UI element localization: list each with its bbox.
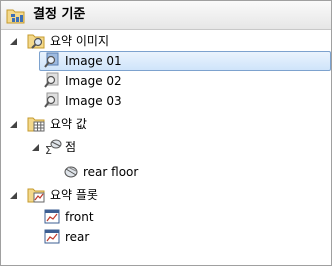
tree-node-point[interactable]: Σ 점 xyxy=(1,138,331,156)
panel-title: 결정 기준 xyxy=(33,7,86,22)
folder-plot-icon xyxy=(27,188,45,203)
decision-tree-icon xyxy=(6,9,25,24)
folder-image-icon xyxy=(27,34,45,49)
tree-node-summary-images[interactable]: 요약 이미지 xyxy=(1,32,331,50)
collapse-arrow-icon[interactable] xyxy=(31,143,40,152)
magnifier-image-icon xyxy=(44,72,59,88)
panel-header: 결정 기준 xyxy=(1,1,331,30)
magnifier-image-icon xyxy=(44,92,59,108)
tree-node-label: 점 xyxy=(65,140,77,154)
probe-icon xyxy=(64,166,78,178)
tree-item-label: Image 03 xyxy=(65,94,122,108)
tree-item-image-01[interactable]: Image 01 xyxy=(1,52,331,70)
tree-node-label: 요약 플롯 xyxy=(50,188,98,202)
tree-item-label: Image 01 xyxy=(65,54,122,68)
tree-item-image-03[interactable]: Image 03 xyxy=(1,92,331,110)
collapse-arrow-icon[interactable] xyxy=(9,120,18,129)
tree-node-label: 요약 이미지 xyxy=(50,34,110,48)
tree-item-front[interactable]: front xyxy=(1,208,331,226)
tree-node-summary-plots[interactable]: 요약 플롯 xyxy=(1,186,331,204)
folder-table-icon xyxy=(27,117,45,132)
tree-item-label: front xyxy=(65,210,94,224)
collapse-arrow-icon[interactable] xyxy=(9,37,18,46)
tree-item-image-02[interactable]: Image 02 xyxy=(1,72,331,90)
sigma-probe-icon: Σ xyxy=(45,139,62,156)
tree-item-rear[interactable]: rear xyxy=(1,228,331,246)
tree-item-label: rear xyxy=(65,230,90,244)
tree-node-label: 요약 값 xyxy=(50,117,87,131)
tree-item-rear-floor[interactable]: rear floor xyxy=(1,163,331,181)
decision-criteria-panel: 결정 기준 요약 이미지 Image 01 Image 02 Image 03 … xyxy=(0,0,332,266)
tree-item-label: Image 02 xyxy=(65,74,122,88)
collapse-arrow-icon[interactable] xyxy=(9,191,18,200)
plot-icon xyxy=(44,229,60,244)
magnifier-image-icon xyxy=(44,52,59,68)
tree-item-label: rear floor xyxy=(83,165,139,179)
tree-node-summary-values[interactable]: 요약 값 xyxy=(1,115,331,133)
plot-icon xyxy=(44,209,60,224)
